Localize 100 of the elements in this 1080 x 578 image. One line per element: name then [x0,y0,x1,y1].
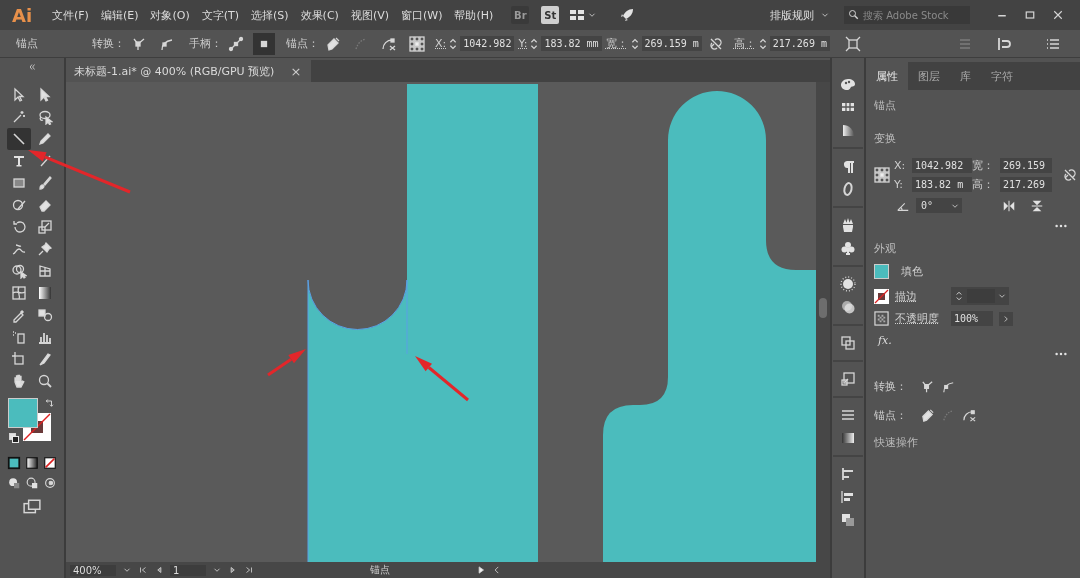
menu-item[interactable]: 帮助(H) [448,7,500,23]
align-icon[interactable] [840,466,856,482]
gradient-mode-icon[interactable] [25,456,39,470]
sun-icon[interactable] [840,276,856,292]
panel-tab[interactable]: 图层 [908,62,950,90]
overlapping-squares-icon[interactable] [840,335,856,351]
field-label: 高： [733,36,756,51]
screen-mode-icon[interactable] [23,498,41,516]
search-field[interactable]: 搜索 Adobe Stock [844,6,970,24]
italic-o-icon[interactable] [840,181,856,197]
chevron-left-icon[interactable] [492,565,502,575]
menu-item[interactable]: 效果(C) [294,7,345,23]
field-label: 高： [972,177,995,192]
draw-normal-icon[interactable] [7,476,21,490]
effects-button[interactable]: fx. [878,334,1072,347]
panel-tab[interactable]: 字符 [981,62,1023,90]
anchor-align-icon[interactable] [996,35,1012,52]
menu-item[interactable]: 文件(F) [46,7,95,23]
angle-field[interactable]: 0° [916,198,962,213]
stroke-label[interactable]: 描边 [895,288,945,304]
fill-swatch[interactable] [8,398,38,428]
artboard-field[interactable]: 1 [170,564,206,576]
checkerboard-icon[interactable] [874,311,889,326]
pathfinder-icon[interactable] [840,512,856,528]
corner-anchor-icon[interactable] [920,379,935,394]
menu-item[interactable]: 窗口(W) [395,7,449,23]
app-launcher[interactable]: St [541,6,560,24]
height-field[interactable]: 217.269 m [769,36,830,51]
height-field[interactable]: 217.269 [1000,177,1052,192]
stroke-weight-field[interactable] [951,287,1009,305]
selection-label: 锚点 [16,36,39,51]
flip-vertical-icon[interactable] [1030,198,1044,213]
align-left-icon[interactable] [840,489,856,505]
reference-point-icon[interactable] [409,35,425,52]
current-tool-label: 锚点 [370,563,391,577]
app-logo: Ai [11,4,34,26]
menu-item[interactable]: 编辑(E) [94,7,145,23]
fill-label: 填色 [901,264,923,279]
menu-item[interactable]: 文字(T) [195,7,246,23]
field-label: X: [894,159,907,172]
next-page-icon[interactable] [228,565,238,575]
unlink-icon[interactable] [1062,167,1078,183]
club-icon[interactable] [840,240,856,256]
convert-label: 转换： [874,379,908,394]
section-title: 变换 [874,131,897,146]
search-icon[interactable] [848,9,860,21]
draw-behind-icon[interactable] [25,476,39,490]
lines-icon[interactable] [840,407,856,423]
section-title: 快速操作 [874,435,919,450]
opacity-field[interactable]: 100% [951,311,993,326]
collapse-icon[interactable] [27,62,37,72]
link-icon[interactable] [707,35,724,52]
smooth-anchor-icon[interactable] [941,379,956,394]
circles-icon[interactable] [840,299,856,315]
opacity-label[interactable]: 不透明度 [895,311,945,326]
scroll-thumb[interactable] [819,298,827,318]
gradient-square-icon[interactable] [840,430,856,446]
width-field[interactable]: 269.159 m [641,36,702,51]
width-field[interactable]: 269.159 [1000,158,1052,173]
reference-point-icon[interactable] [874,167,890,183]
handles-label: 手柄： [189,36,222,51]
previous-page-icon[interactable] [154,565,164,575]
brushes-icon[interactable] [840,217,856,233]
none-mode-icon[interactable] [43,456,57,470]
fill-swatch[interactable] [874,264,889,279]
play-icon[interactable] [476,565,486,575]
y-field[interactable]: 183.82 mm [541,36,602,51]
field-label: X: [435,37,447,50]
panel-tab[interactable]: 库 [950,62,981,90]
swap-icon[interactable] [44,398,56,410]
x-field[interactable]: 1042.982 [912,158,972,173]
zoom-field[interactable]: 400% [70,564,116,576]
menu-item[interactable]: 选择(S) [245,7,295,23]
convert-label: 转换： [92,36,125,51]
close-icon[interactable] [1052,9,1064,21]
default-colors-icon[interactable] [8,432,20,444]
cut-path-icon[interactable] [381,35,397,52]
y-field[interactable]: 183.82 m [912,177,972,192]
layout-grid-icon[interactable] [569,7,586,23]
field-label: 宽： [605,36,628,51]
document-tab[interactable]: 未标题-1.ai* @ 400% (RGB/GPU 预览) × [66,60,312,82]
x-field[interactable]: 1042.982 [460,36,515,51]
annotation-arrow [415,356,469,402]
palette-icon[interactable] [840,76,856,92]
menu-item[interactable]: 对象(O) [144,7,196,23]
rocket-icon[interactable] [619,7,636,23]
stroke-swatch[interactable] [874,288,889,304]
workspace-switcher[interactable]: 排版规则 [770,7,830,23]
menu-item[interactable]: 视图(V) [344,7,395,23]
flip-horizontal-icon[interactable] [1002,198,1016,213]
last-page-icon[interactable] [244,565,254,575]
close-tab-button[interactable]: × [290,63,302,79]
draw-inside-icon[interactable] [43,476,57,490]
cut-path-icon[interactable] [962,408,977,423]
maximize-icon[interactable] [1024,9,1036,21]
color-mode-icon[interactable] [7,456,21,470]
transform-icon[interactable] [844,35,861,52]
panel-tab[interactable]: 属性 [866,62,908,90]
first-page-icon[interactable] [138,565,148,575]
selection-label: 锚点 [874,98,897,113]
